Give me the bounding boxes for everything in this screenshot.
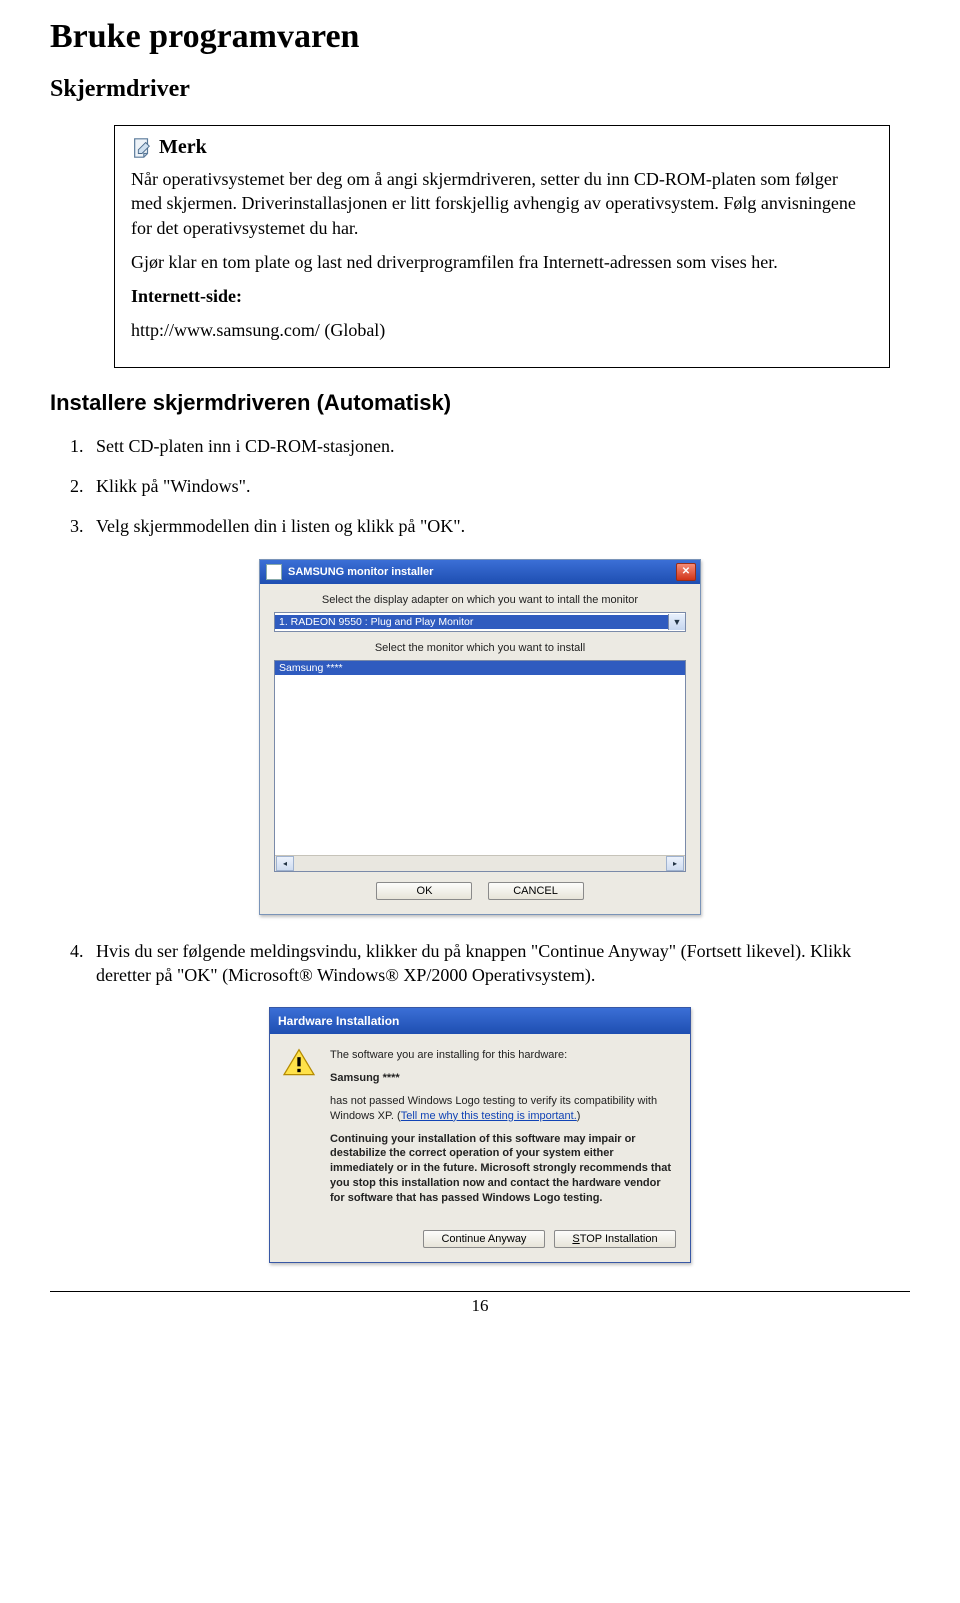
step-3: Velg skjermmodellen din i listen og klik… <box>88 514 910 538</box>
app-icon <box>266 564 282 580</box>
section-heading: Installere skjermdriveren (Automatisk) <box>50 390 910 416</box>
scroll-right-icon[interactable]: ▸ <box>666 856 684 871</box>
note-text-2: Gjør klar en tom plate og last ned drive… <box>131 250 873 274</box>
note-box: Merk Når operativsystemet ber deg om å a… <box>114 125 890 368</box>
hw-link[interactable]: Tell me why this testing is important. <box>401 1110 577 1122</box>
adapter-selected: 1. RADEON 9550 : Plug and Play Monitor <box>275 615 668 629</box>
warning-icon <box>282 1048 316 1078</box>
adapter-select[interactable]: 1. RADEON 9550 : Plug and Play Monitor ▼ <box>274 612 686 632</box>
note-text-1: Når operativsystemet ber deg om å angi s… <box>131 167 873 240</box>
hw-line-2: has not passed Windows Logo testing to v… <box>330 1094 674 1124</box>
scroll-left-icon[interactable]: ◂ <box>276 856 294 871</box>
installer-title: SAMSUNG monitor installer <box>288 566 433 578</box>
close-icon[interactable]: ✕ <box>676 563 696 581</box>
page-subtitle: Skjermdriver <box>50 76 910 103</box>
installer-instruction-2: Select the monitor which you want to ins… <box>274 642 686 654</box>
cancel-button[interactable]: CANCEL <box>488 882 584 900</box>
note-icon <box>131 137 153 159</box>
installer-titlebar: SAMSUNG monitor installer ✕ <box>260 560 700 584</box>
stop-rest: TOP Installation <box>580 1233 658 1245</box>
page-title: Bruke programvaren <box>50 18 910 56</box>
note-url: http://www.samsung.com/ (Global) <box>131 318 873 342</box>
installer-instruction-1: Select the display adapter on which you … <box>274 594 686 606</box>
step-4: Hvis du ser følgende meldingsvindu, klik… <box>88 939 910 988</box>
note-site-label: Internett-side: <box>131 284 873 308</box>
stop-installation-button[interactable]: STOP Installation <box>554 1230 676 1248</box>
hw-line-1: The software you are installing for this… <box>330 1048 674 1063</box>
installer-dialog: SAMSUNG monitor installer ✕ Select the d… <box>259 559 701 915</box>
horizontal-scrollbar[interactable]: ◂ ▸ <box>275 855 685 871</box>
page-footer: 16 <box>50 1291 910 1316</box>
hw-device: Samsung **** <box>330 1071 674 1086</box>
hardware-title: Hardware Installation <box>278 1014 399 1028</box>
note-label: Merk <box>159 136 207 159</box>
step-1: Sett CD-platen inn i CD-ROM-stasjonen. <box>88 434 910 458</box>
hw-line-2b: ) <box>577 1110 581 1122</box>
hardware-dialog: Hardware Installation The software you a… <box>269 1007 691 1263</box>
monitor-list[interactable]: Samsung **** ◂ ▸ <box>274 660 686 872</box>
chevron-down-icon[interactable]: ▼ <box>668 614 685 630</box>
monitor-list-item[interactable]: Samsung **** <box>275 661 685 675</box>
step-2: Klikk på "Windows". <box>88 474 910 498</box>
page-number: 16 <box>472 1296 489 1315</box>
hardware-titlebar: Hardware Installation <box>270 1008 690 1034</box>
ok-button[interactable]: OK <box>376 882 472 900</box>
continue-anyway-button[interactable]: Continue Anyway <box>423 1230 545 1248</box>
hw-bold-paragraph: Continuing your installation of this sof… <box>330 1132 674 1206</box>
